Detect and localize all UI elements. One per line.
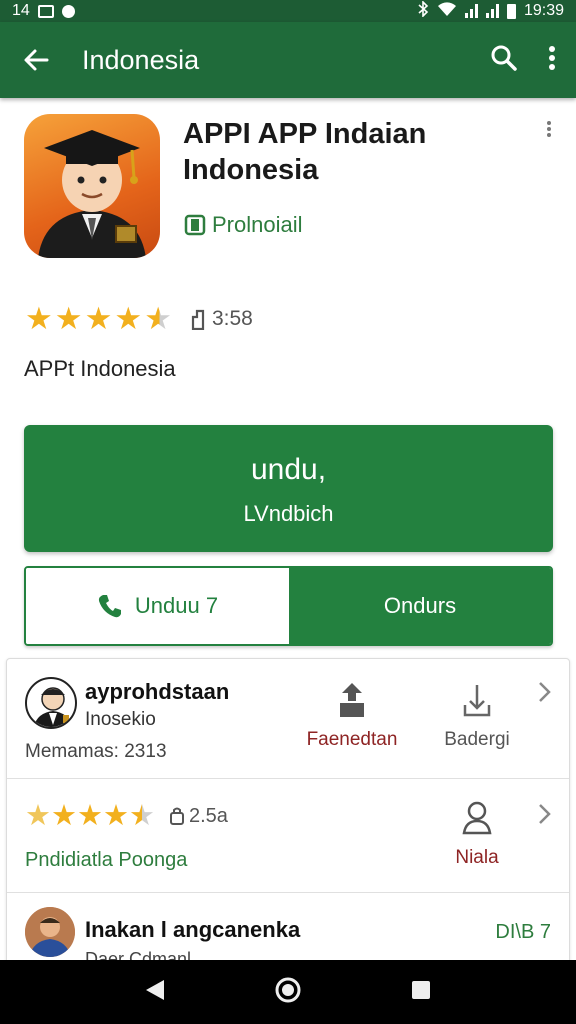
call-button-label: Unduu 7 (134, 593, 219, 618)
search-button[interactable] (490, 44, 518, 77)
star-half-icon: ★ (129, 800, 155, 832)
editors-badge: Prolnoiail (184, 212, 303, 238)
chevron-right-icon (539, 804, 551, 824)
verified-badge-icon (184, 214, 206, 236)
share-icon (340, 683, 364, 717)
row2-chevron[interactable] (537, 803, 551, 830)
install-button[interactable]: undu, LVndbich (24, 425, 553, 552)
list-item[interactable]: ayprohdstaan Inosekio Memamas: 2313 Faen… (7, 659, 569, 779)
rating-row: ★ ★ ★ ★ ★ 3:58 (25, 301, 253, 336)
search-icon (491, 45, 517, 71)
more-vert-small-icon (547, 121, 551, 137)
bookmark-action[interactable]: Badergi (427, 681, 527, 751)
avatar (25, 907, 75, 957)
star-icon: ★ (25, 800, 51, 832)
star-icon: ★ (84, 301, 113, 336)
signal-icon (464, 4, 478, 18)
chevron-right-icon (539, 682, 551, 702)
person-outline-icon (462, 801, 492, 835)
wifi-icon (437, 1, 457, 22)
row2-link[interactable]: Pndidiatla Poonga (25, 849, 187, 872)
row2-count: 2.5a (169, 805, 228, 828)
star-icon: ★ (77, 800, 103, 832)
open-button[interactable]: Ondurs (289, 568, 551, 644)
list-item[interactable]: ★ ★ ★ ★ ★ 2.5a Pndidiatla Poonga Niala (7, 779, 569, 893)
install-button-label: undu, (250, 453, 327, 486)
more-vert-icon (549, 45, 555, 70)
bluetooth-icon (417, 0, 429, 22)
row3-badge: DI\B 7 (495, 921, 551, 943)
status-time: 19:39 (523, 2, 564, 19)
star-icon: ★ (51, 800, 77, 832)
rating-count: 3:58 (190, 307, 253, 331)
developer-name[interactable]: APPt Indonesia (24, 356, 176, 382)
badge-label: Prolnoiail (212, 212, 303, 237)
star-icon: ★ (114, 301, 143, 336)
app-bar-title: Indonesia (82, 44, 200, 75)
download-icon (463, 685, 491, 717)
rating-count-value: 3:58 (211, 307, 253, 330)
star-icon: ★ (54, 301, 83, 336)
nav-back-icon (146, 979, 164, 1000)
notification-box-icon (37, 4, 54, 18)
nav-home-button[interactable] (274, 976, 302, 1009)
status-left-text: 14 (12, 2, 30, 19)
battery-icon (506, 3, 516, 19)
row2-action-label: Niala (455, 847, 499, 868)
share-action[interactable]: Faenedtan (297, 681, 407, 751)
avatar (25, 677, 77, 729)
nav-home-icon (275, 977, 301, 1002)
row3-name: Inakan l angcanenka (85, 917, 301, 942)
person-icon (191, 309, 205, 330)
app-more-button[interactable] (546, 120, 552, 143)
overflow-menu-button[interactable] (548, 45, 556, 76)
info-card: ayprohdstaan Inosekio Memamas: 2313 Faen… (6, 658, 570, 968)
row1-meta: Memamas: 2313 (25, 741, 167, 762)
secondary-button-group: Unduu 7 Ondurs (24, 566, 553, 646)
app-icon (24, 114, 160, 258)
star-half-icon: ★ (144, 301, 172, 336)
notification-dot-icon (61, 4, 75, 18)
signal-2-icon (485, 4, 499, 18)
rating-stars: ★ ★ ★ ★ ★ (25, 301, 172, 336)
call-button[interactable]: Unduu 7 (26, 568, 289, 644)
row1-chevron[interactable] (537, 681, 551, 708)
share-action-label: Faenedtan (306, 729, 398, 750)
row1-name: ayprohdstaan (85, 679, 230, 704)
status-bar: 14 19:39 (0, 0, 576, 22)
star-icon: ★ (103, 800, 129, 832)
open-button-label: Ondurs (383, 593, 457, 618)
row2-action[interactable]: Niala (437, 799, 517, 869)
nav-recents-button[interactable] (410, 979, 432, 1006)
system-nav-bar (0, 960, 576, 1024)
app-title: APPI APP Indaian Indonesia (183, 118, 427, 186)
row2-rating: ★ ★ ★ ★ ★ 2.5a (25, 801, 228, 831)
nav-recents-icon (412, 980, 430, 999)
app-bar: Indonesia (0, 22, 576, 98)
arrow-left-icon (24, 49, 49, 71)
row1-subtitle: Inosekio (85, 709, 156, 730)
row2-count-value: 2.5a (189, 804, 228, 827)
back-button[interactable] (0, 47, 72, 73)
install-button-sublabel: LVndbich (243, 501, 334, 526)
list-item[interactable]: Inakan l angcanenka Daer Cdmanl DI\B 7 (7, 893, 569, 967)
nav-back-button[interactable] (144, 978, 166, 1007)
star-icon: ★ (25, 301, 53, 336)
lock-icon (170, 807, 184, 825)
phone-icon (98, 595, 121, 618)
bookmark-action-label: Badergi (444, 729, 510, 750)
